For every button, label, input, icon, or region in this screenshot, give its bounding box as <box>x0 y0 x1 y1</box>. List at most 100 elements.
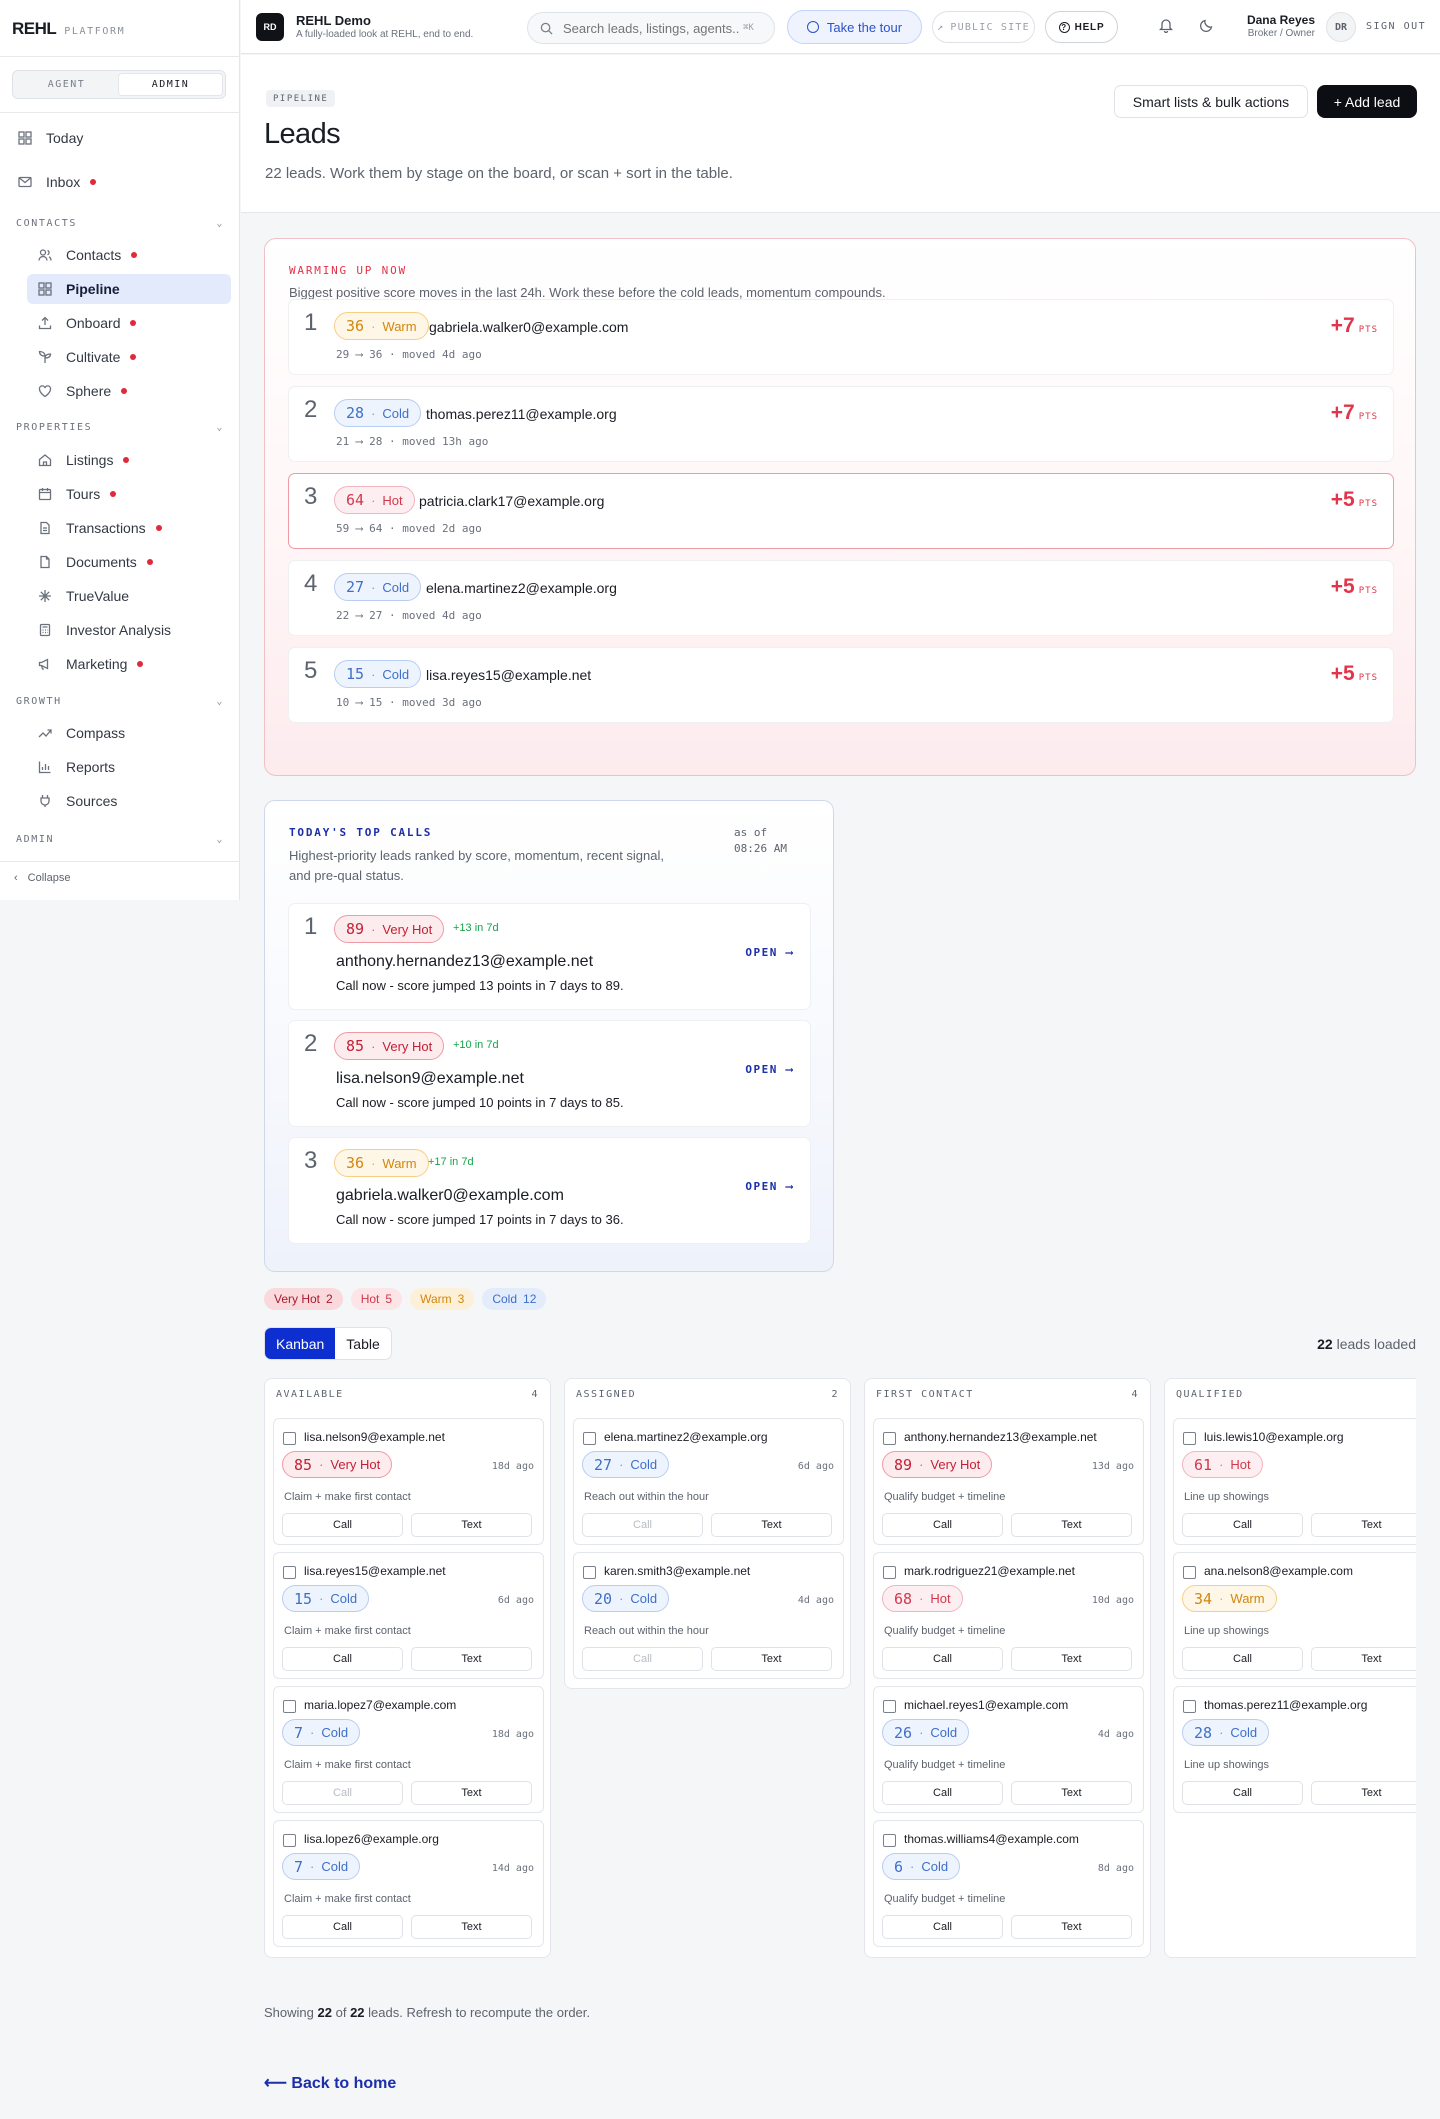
tier-filter-hot[interactable]: Hot 5 <box>350 1288 403 1310</box>
lead-email[interactable]: lisa.nelson9@example.net <box>336 1070 524 1088</box>
text-button[interactable]: Text <box>411 1915 532 1939</box>
lead-email[interactable]: karen.smith3@example.net <box>604 1564 750 1578</box>
warming-row[interactable]: 4 27 · Cold elena.martinez2@example.org 22 ⟶ … <box>288 560 1394 636</box>
lead-email[interactable]: lisa.reyes15@example.net <box>304 1564 446 1578</box>
lead-email[interactable]: elena.martinez2@example.org <box>426 580 617 596</box>
brand-logo[interactable]: REHL PLATFORM <box>12 19 125 39</box>
text-button[interactable]: Text <box>1311 1781 1416 1805</box>
select-checkbox[interactable] <box>583 1566 596 1579</box>
help-button[interactable]: ? HELP <box>1045 11 1118 43</box>
call-button[interactable]: Call <box>582 1513 703 1537</box>
back-to-home-link[interactable]: ⟵ Back to home <box>264 2073 396 2093</box>
select-checkbox[interactable] <box>283 1566 296 1579</box>
sidebar-item-cultivate[interactable]: Cultivate <box>0 342 240 372</box>
add-lead-button[interactable]: + Add lead <box>1317 85 1417 118</box>
text-button[interactable]: Text <box>411 1513 532 1537</box>
lead-email[interactable]: lisa.lopez6@example.org <box>304 1832 439 1846</box>
lead-email[interactable]: luis.lewis10@example.org <box>1204 1430 1344 1444</box>
lead-email[interactable]: gabriela.walker0@example.com <box>429 319 628 335</box>
lead-email[interactable]: michael.reyes1@example.com <box>904 1698 1068 1712</box>
warming-row[interactable]: 2 28 · Cold thomas.perez11@example.org 21 ⟶ 2… <box>288 386 1394 462</box>
select-checkbox[interactable] <box>1183 1566 1196 1579</box>
nav-today[interactable]: Today <box>0 118 240 158</box>
tier-filter-warm[interactable]: Warm 3 <box>410 1288 475 1310</box>
avatar[interactable]: DR <box>1326 12 1356 42</box>
top-call-row[interactable]: 3 36 · Warm +17 in 7d gabriela.walker0@exampl… <box>288 1137 811 1244</box>
lead-email[interactable]: ana.nelson8@example.com <box>1204 1564 1353 1578</box>
sidebar-item-truevalue[interactable]: TrueValue <box>0 581 240 611</box>
lead-email[interactable]: elena.martinez2@example.org <box>604 1430 768 1444</box>
text-button[interactable]: Text <box>711 1647 832 1671</box>
call-button[interactable]: Call <box>282 1781 403 1805</box>
call-button[interactable]: Call <box>1182 1647 1303 1671</box>
select-checkbox[interactable] <box>883 1700 896 1713</box>
select-checkbox[interactable] <box>1183 1700 1196 1713</box>
call-button[interactable]: Call <box>1182 1781 1303 1805</box>
collapse-button[interactable]: ‹ Collapse <box>14 872 70 884</box>
call-button[interactable]: Call <box>282 1513 403 1537</box>
bell-icon[interactable] <box>1158 17 1178 37</box>
sidebar-item-listings[interactable]: Listings <box>0 445 240 475</box>
sidebar-item-sources[interactable]: Sources <box>0 786 240 816</box>
lead-email[interactable]: anthony.hernandez13@example.net <box>336 953 593 971</box>
select-checkbox[interactable] <box>283 1700 296 1713</box>
moon-icon[interactable] <box>1199 17 1219 37</box>
open-lead-button[interactable]: OPEN ⟶ <box>745 1063 794 1076</box>
section-admin[interactable]: ADMIN ⌄ <box>16 834 224 845</box>
sidebar-item-onboard[interactable]: Onboard <box>0 308 240 338</box>
sidebar-item-contacts[interactable]: Contacts <box>0 240 240 270</box>
sidebar-item-sphere[interactable]: Sphere <box>0 376 240 406</box>
lead-card[interactable]: anthony.hernandez13@example.net 89 · Very H… <box>873 1418 1144 1545</box>
text-button[interactable]: Text <box>1011 1647 1132 1671</box>
lead-card[interactable]: michael.reyes1@example.com 26 · Cold 4d ago Q… <box>873 1686 1144 1813</box>
select-checkbox[interactable] <box>283 1432 296 1445</box>
lead-email[interactable]: anthony.hernandez13@example.net <box>904 1430 1097 1444</box>
lead-email[interactable]: lisa.reyes15@example.net <box>426 667 591 683</box>
lead-card[interactable]: mark.rodriguez21@example.net 68 · Hot 10d ag… <box>873 1552 1144 1679</box>
tab-table[interactable]: Table <box>335 1328 390 1359</box>
text-button[interactable]: Text <box>1311 1647 1416 1671</box>
text-button[interactable]: Text <box>1011 1781 1132 1805</box>
lead-email[interactable]: lisa.nelson9@example.net <box>304 1430 445 1444</box>
select-checkbox[interactable] <box>883 1834 896 1847</box>
smart-lists-button[interactable]: Smart lists & bulk actions <box>1114 85 1308 118</box>
lead-card[interactable]: thomas.perez11@example.org28·Cold20dLine… <box>1173 1686 1416 1813</box>
lead-email[interactable]: thomas.perez11@example.org <box>1204 1698 1367 1712</box>
call-button[interactable]: Call <box>882 1781 1003 1805</box>
tab-kanban[interactable]: Kanban <box>265 1328 336 1359</box>
text-button[interactable]: Text <box>411 1781 532 1805</box>
section-growth[interactable]: GROWTH ⌄ <box>16 696 224 707</box>
lead-card[interactable]: ana.nelson8@example.com34·Warm5dLine up … <box>1173 1552 1416 1679</box>
text-button[interactable]: Text <box>411 1647 532 1671</box>
call-button[interactable]: Call <box>582 1647 703 1671</box>
top-call-row[interactable]: 1 89 · Very Hot +13 in 7d anthony.hernandez13… <box>288 903 811 1010</box>
global-search[interactable]: ⌘K <box>527 12 775 44</box>
lead-email[interactable]: thomas.perez11@example.org <box>426 406 617 422</box>
select-checkbox[interactable] <box>1183 1432 1196 1445</box>
sidebar-item-documents[interactable]: Documents <box>0 547 240 577</box>
role-admin[interactable]: ADMIN <box>118 73 223 96</box>
sidebar-item-pipeline[interactable]: Pipeline <box>0 274 240 304</box>
warming-row[interactable]: 1 36 · Warm gabriela.walker0@example.com 29 ⟶… <box>288 299 1394 375</box>
lead-card[interactable]: karen.smith3@example.net 20 · Cold 4d ago Rea… <box>573 1552 844 1679</box>
open-lead-button[interactable]: OPEN ⟶ <box>745 1180 794 1193</box>
call-button[interactable]: Call <box>882 1647 1003 1671</box>
sidebar-item-reports[interactable]: Reports <box>0 752 240 782</box>
lead-card[interactable]: elena.martinez2@example.org 27 · Cold 6d ago… <box>573 1418 844 1545</box>
tier-filter-cold[interactable]: Cold 12 <box>482 1288 547 1310</box>
sidebar-item-marketing[interactable]: Marketing <box>0 649 240 679</box>
sidebar-item-investor-analysis[interactable]: Investor Analysis <box>0 615 240 645</box>
sidebar-item-tours[interactable]: Tours <box>0 479 240 509</box>
open-lead-button[interactable]: OPEN ⟶ <box>745 946 794 959</box>
text-button[interactable]: Text <box>1311 1513 1416 1537</box>
public-site-button[interactable]: ↗ PUBLIC SITE <box>932 11 1035 43</box>
sidebar-item-transactions[interactable]: Transactions <box>0 513 240 543</box>
workspace-avatar[interactable]: RD <box>256 13 284 41</box>
select-checkbox[interactable] <box>583 1432 596 1445</box>
sign-out-button[interactable]: SIGN OUT <box>1366 21 1426 32</box>
role-agent[interactable]: AGENT <box>15 73 118 96</box>
lead-card[interactable]: thomas.williams4@example.com 6 · Cold 8d ago… <box>873 1820 1144 1947</box>
section-contacts[interactable]: CONTACTS ⌄ <box>16 218 224 229</box>
lead-email[interactable]: gabriela.walker0@example.com <box>336 1187 564 1205</box>
lead-email[interactable]: patricia.clark17@example.org <box>419 493 604 509</box>
